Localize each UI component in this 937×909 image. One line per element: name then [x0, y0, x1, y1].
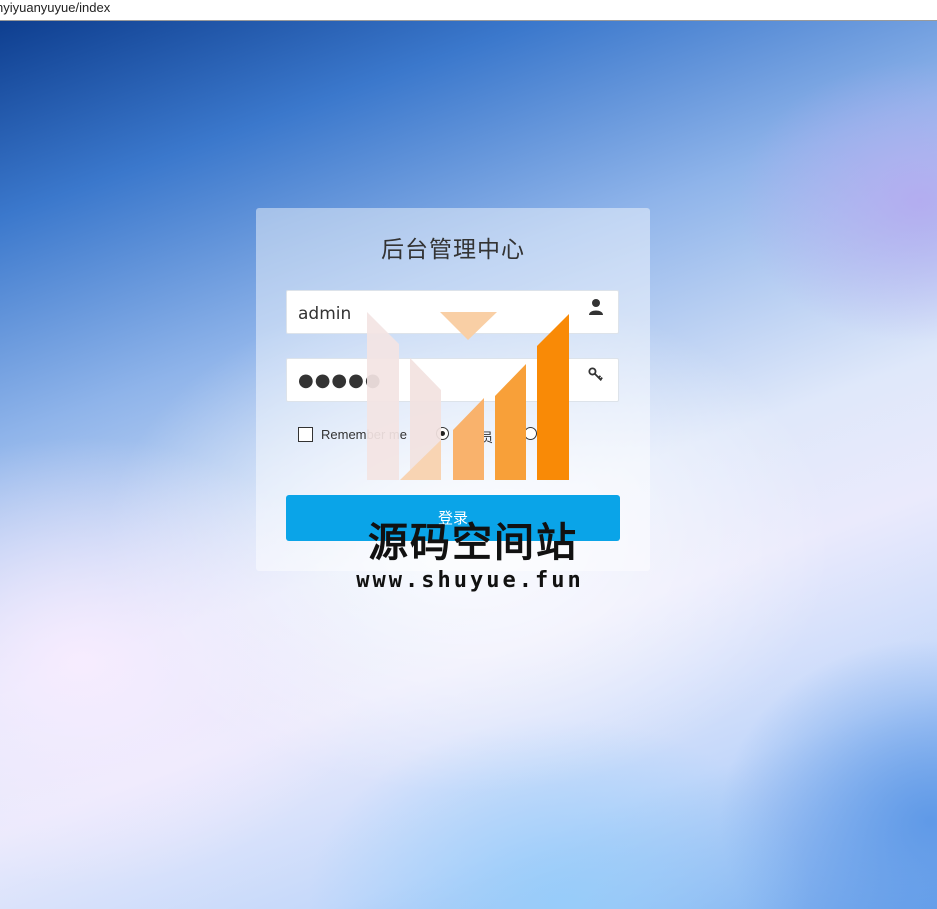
- role-user-radio[interactable]: [524, 427, 537, 440]
- username-field[interactable]: admin: [286, 290, 619, 334]
- role-admin-label: 管理员: [454, 430, 494, 445]
- watermark-title: 源码空间站: [368, 520, 578, 566]
- key-icon: [588, 367, 603, 381]
- url-text: nyiyuanyuyue/index: [0, 0, 111, 15]
- password-input[interactable]: ●●●●●: [298, 370, 382, 391]
- role-user-label: 用户: [542, 430, 569, 445]
- username-input[interactable]: admin: [298, 304, 351, 324]
- remember-checkbox[interactable]: [298, 427, 313, 442]
- remember-label: Remember me: [321, 427, 407, 442]
- user-icon: [589, 299, 603, 315]
- login-options: Remember me 管理员 用户: [298, 427, 628, 445]
- password-field[interactable]: ●●●●●: [286, 358, 619, 402]
- role-admin-radio[interactable]: [436, 427, 449, 440]
- watermark-url: www.shuyue.fun: [356, 568, 584, 593]
- address-bar[interactable]: nyiyuanyuyue/index: [0, 0, 937, 21]
- login-title: 后台管理中心: [381, 237, 525, 263]
